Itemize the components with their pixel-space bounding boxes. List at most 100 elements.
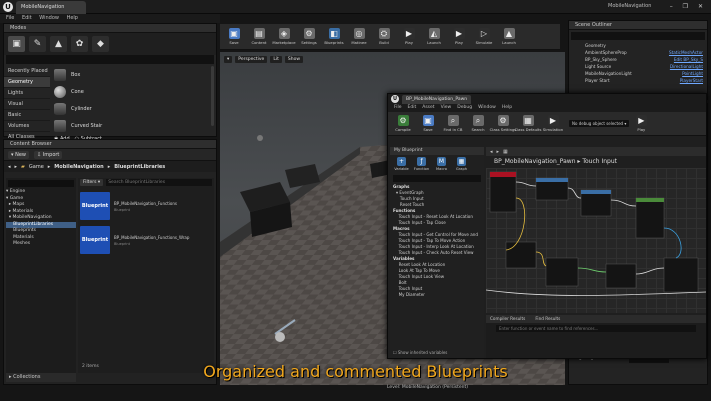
bp-class-defaults-button[interactable]: ▦ Class Defaults [514,112,542,136]
toolbar-simulate-button[interactable]: ▷ Simulate [472,25,496,49]
toolbar-build-button[interactable]: ⛭ Build [372,25,396,49]
outliner-row[interactable]: Player Start PlayerStart [569,77,707,84]
toolbar-launch-button[interactable]: ▲ Launch [497,25,521,49]
bp-save-button[interactable]: ▣ Save [416,112,440,136]
bp-menu-window[interactable]: Window [478,105,496,110]
new-button[interactable]: ▾ New [8,150,30,159]
breadcrumb-mobilenavigation[interactable]: MobileNavigation [54,164,103,170]
modes-scrollbar[interactable] [211,66,214,126]
menu-help[interactable]: Help [67,15,78,21]
toolbar-launch-button[interactable]: ◭ Launch [422,25,446,49]
modes-category-item[interactable]: Visual [4,99,50,110]
viewport-options-button[interactable]: ▾ [224,56,233,63]
bp-menu-file[interactable]: File [394,105,402,110]
place-item-curved-stair[interactable]: Curved Stair [52,117,212,134]
outliner-row[interactable]: BP_Sky_Sphere Edit BP_Sky_S [569,56,707,63]
show-inherited-checkbox[interactable]: ☐ Show inherited variables [393,350,447,355]
debug-filter-dropdown[interactable]: No debug object selected ▾ [569,120,630,127]
lit-button[interactable]: Lit [270,56,282,63]
toolbar-matinee-button[interactable]: ◎ Matinee [347,25,371,49]
menu-edit[interactable]: Edit [22,15,32,21]
folder-tree-item[interactable]: Meshes [6,241,76,248]
landscape-mode-icon[interactable]: ▲ [50,36,67,52]
folder-search-input[interactable] [8,180,74,187]
breadcrumb-game[interactable]: Game [29,164,44,170]
blueprint-tile[interactable]: Blueprint [80,226,110,254]
window-controls[interactable]: – ❐ ✕ [670,3,707,10]
toolbar-save-button[interactable]: ▣ Save [222,25,246,49]
add-function-button[interactable]: ƒ Function [413,157,430,171]
graph-back-icon[interactable]: ◂ [490,149,493,155]
bp-search-button[interactable]: ⌕ Search [466,112,490,136]
bp-simulation-button[interactable]: ▶ Simulation [541,112,565,136]
bp-menu-view[interactable]: View [441,105,452,110]
bp-menu-edit[interactable]: Edit [408,105,417,110]
outliner-actor-type[interactable]: StaticMeshActor [669,49,703,56]
toolbar-settings-button[interactable]: ⚙ Settings [297,25,321,49]
level-document-tab[interactable]: MobileNavigation [16,1,86,14]
geometry-mode-icon[interactable]: ◆ [92,36,109,52]
foliage-mode-icon[interactable]: ✿ [71,36,88,52]
bp-class-settings-button[interactable]: ⚙ Class Settings [490,112,516,136]
my-blueprint-tree: Graphs ▾ EventGraph Touch Input Reset Tou… [390,184,484,298]
outliner-row[interactable]: MobileNavigationLight PointLight [569,70,707,77]
tab-find-results[interactable]: Find Results [535,315,560,323]
bp-menu-help[interactable]: Help [502,105,512,110]
bp-play-button[interactable]: ▶ Play [629,112,653,136]
breadcrumb-blueprintlibraries[interactable]: BlueprintLibraries [114,164,165,170]
menu-window[interactable]: Window [39,15,59,21]
add-graph-button[interactable]: ▦ Graph [453,157,470,171]
add-macro-button[interactable]: M Macro [433,157,450,171]
toolbar-play-button[interactable]: ▶ Play [397,25,421,49]
toolbar-blueprints-button[interactable]: ◧ Blueprints [322,25,346,49]
modes-category-item[interactable]: Recently Placed [4,66,50,77]
show-button[interactable]: Show [284,56,304,63]
bp-document-tab[interactable]: BP_MobileNavigation_Pawn [402,94,472,104]
outliner-row[interactable]: Geometry [569,42,707,49]
modes-category-item[interactable]: Volumes [4,121,50,132]
place-mode-icon[interactable]: ▣ [8,36,25,52]
modes-category-item[interactable]: Basic [4,110,50,121]
graph-tab-icon[interactable]: ▦ [503,149,508,155]
place-item-cone[interactable]: Cone [52,83,212,100]
find-results-input[interactable]: Enter function or event name to find ref… [496,325,696,332]
graph-forward-icon[interactable]: ▸ [497,149,500,155]
tab-compiler-results[interactable]: Compiler Results [490,315,525,323]
asset-item[interactable]: Blueprint BP_MobileNavigation_Functions … [78,191,214,221]
place-item-box[interactable]: Box [52,66,212,83]
outliner-search-input[interactable] [571,32,705,40]
import-button[interactable]: ⇩ Import [34,150,63,159]
blueprint-tile[interactable]: Blueprint [80,192,110,220]
outliner-actor-type[interactable]: DirectionalLight [670,63,703,70]
graph-canvas[interactable] [486,168,706,313]
modes-search-input[interactable] [6,55,214,64]
forward-arrow-icon[interactable]: ▸ [15,164,18,170]
modes-category-item[interactable]: Lights [4,88,50,99]
my-blueprint-add-buttons: + Variable ƒ Function M Macro ▦ Graph [390,155,484,173]
toolbar-content-button[interactable]: ▤ Content [247,25,271,49]
modes-category-item[interactable]: Geometry [4,77,50,88]
outliner-row[interactable]: Light Source DirectionalLight [569,63,707,70]
menu-file[interactable]: File [6,15,14,21]
my-blueprint-item[interactable]: My Diameter [390,292,484,298]
bp-compile-button[interactable]: ⚙ Compile [391,112,415,136]
place-item-cylinder[interactable]: Cylinder [52,100,212,117]
outliner-row[interactable]: AmbientSphereProp StaticMeshActor [569,49,707,56]
asset-item[interactable]: Blueprint BP_MobileNavigation_Functions_… [78,225,214,255]
bp-compile-icon: ⚙ [397,115,409,126]
asset-search-input[interactable]: Search BlueprintLibraries [106,179,212,186]
filters-button[interactable]: Filters ▾ [80,179,104,186]
back-arrow-icon[interactable]: ◂ [8,164,11,170]
outliner-actor-type[interactable]: PointLight [682,70,703,77]
bp-menu-debug[interactable]: Debug [457,105,472,110]
outliner-actor-type[interactable]: PlayerStart [680,77,703,84]
bp-find-in-cb-button[interactable]: ⌕ Find in CB [441,112,465,136]
add-variable-button[interactable]: + Variable [393,157,410,171]
paint-mode-icon[interactable]: ✎ [29,36,46,52]
toolbar-play-button[interactable]: ▶ Play [447,25,471,49]
toolbar-marketplace-button[interactable]: ◈ Marketplace [272,25,296,49]
perspective-button[interactable]: Perspective [235,56,268,63]
outliner-actor-type[interactable]: Edit BP_Sky_S [674,56,703,63]
my-blueprint-search-input[interactable] [393,175,481,182]
bp-menu-asset[interactable]: Asset [422,105,434,110]
